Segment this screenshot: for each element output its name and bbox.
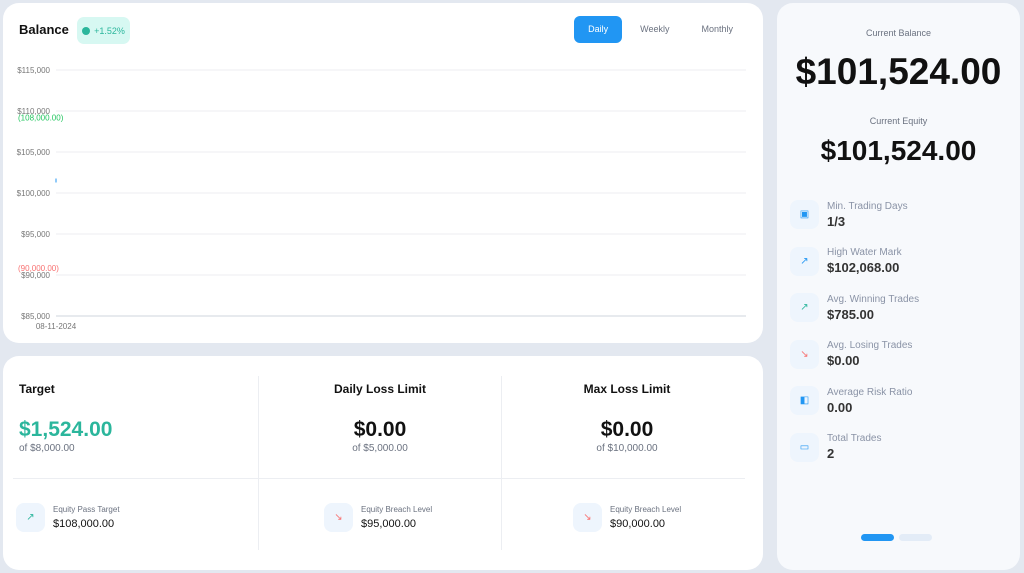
current-equity: $101,524.00 bbox=[820, 135, 977, 166]
trend-up-icon: ↗ bbox=[790, 246, 819, 276]
max-loss-value: $0.00 bbox=[600, 418, 654, 441]
stat-label: Avg. Losing Trades bbox=[827, 340, 913, 351]
stat-item: ▣ Min. Trading Days 1/3 bbox=[790, 200, 908, 229]
pagination-dots bbox=[861, 534, 932, 541]
x-tick-label: 08-11-2024 bbox=[36, 322, 77, 331]
stat-item: ▭ Total Trades 2 bbox=[790, 432, 882, 462]
target-title: Target bbox=[19, 382, 55, 396]
trend-down-icon: ↘ bbox=[573, 503, 602, 532]
balance-chart: $115,000$110,000$105,000$100,000$95,000$… bbox=[17, 66, 746, 331]
wallet-icon: ◧ bbox=[790, 386, 819, 415]
stat-value: 2 bbox=[827, 446, 835, 461]
max-loss-title: Max Loss Limit bbox=[583, 382, 671, 396]
stat-item: ↘ Avg. Losing Trades $0.00 bbox=[790, 339, 913, 369]
max-breach-level: ↘ Equity Breach Level $90,000.00 bbox=[573, 503, 681, 532]
stat-label: High Water Mark bbox=[827, 247, 902, 258]
stat-value: 1/3 bbox=[827, 213, 846, 229]
stat-value: 0.00 bbox=[827, 399, 853, 415]
target-value: $1,524.00 bbox=[19, 418, 113, 441]
reference-label: (108,000.00) bbox=[18, 113, 64, 122]
divider bbox=[13, 478, 745, 479]
balance-label: Current Balance bbox=[865, 28, 932, 38]
y-tick-label: $95,000 bbox=[21, 230, 50, 239]
value: $108,000.00 bbox=[53, 518, 115, 530]
trend-up-icon: ↗ bbox=[16, 503, 45, 532]
value: $95,000.00 bbox=[361, 518, 417, 530]
label: Equity Breach Level bbox=[361, 505, 433, 514]
daily-loss-value: $0.00 bbox=[353, 418, 407, 441]
stat-value: $102,068.00 bbox=[827, 260, 900, 275]
page-dot-2[interactable] bbox=[899, 534, 932, 541]
y-tick-label: $115,000 bbox=[17, 66, 50, 75]
target-of: of $8,000.00 bbox=[19, 443, 75, 454]
y-tick-label: $100,000 bbox=[17, 189, 51, 198]
stat-item: ◧ Average Risk Ratio 0.00 bbox=[790, 386, 912, 415]
stat-label: Min. Trading Days bbox=[827, 200, 908, 212]
value: $90,000.00 bbox=[610, 518, 666, 530]
cash-icon: ▭ bbox=[790, 432, 819, 462]
reference-label: (90,000.00) bbox=[18, 264, 59, 273]
page-dot-1[interactable] bbox=[861, 534, 894, 541]
stat-value: $785.00 bbox=[827, 306, 874, 322]
label: Equity Pass Target bbox=[53, 505, 120, 514]
stat-item: ↗ Avg. Winning Trades $785.00 bbox=[790, 293, 919, 322]
daily-loss-title: Daily Loss Limit bbox=[333, 382, 427, 396]
equity-pass-target: ↗ Equity Pass Target $108,000.00 bbox=[16, 503, 120, 532]
current-balance: $101,524.00 bbox=[795, 51, 1002, 92]
equity-label: Current Equity bbox=[869, 116, 928, 126]
balance-chart-card: Balance +1.52% Daily Weekly Monthly $115… bbox=[3, 3, 763, 343]
account-summary: Current Balance $101,524.00 Current Equi… bbox=[777, 3, 1020, 570]
trend-down-icon: ↘ bbox=[790, 339, 819, 369]
trend-up-icon: ↗ bbox=[790, 293, 819, 322]
calendar-check-icon: ▣ bbox=[790, 200, 819, 229]
daily-loss-section: Daily Loss Limit $0.00 of $5,000.00 ↘ Equ… bbox=[259, 356, 501, 570]
max-loss-of: of $10,000.00 bbox=[596, 443, 658, 454]
daily-loss-of: of $5,000.00 bbox=[352, 443, 408, 454]
stat-label: Total Trades bbox=[827, 433, 882, 444]
y-tick-label: $85,000 bbox=[21, 312, 50, 321]
stat-value: $0.00 bbox=[827, 353, 860, 368]
stat-label: Avg. Winning Trades bbox=[827, 293, 920, 305]
label: Equity Breach Level bbox=[610, 505, 682, 514]
y-tick-label: $105,000 bbox=[17, 148, 51, 157]
target-section: Target $1,524.00 of $8,000.00 ↗ Equity Pa… bbox=[3, 356, 258, 570]
stat-label: Average Risk Ratio bbox=[827, 386, 913, 398]
stat-item: ↗ High Water Mark $102,068.00 bbox=[790, 246, 902, 276]
daily-breach-level: ↘ Equity Breach Level $95,000.00 bbox=[324, 503, 432, 532]
max-loss-section: Max Loss Limit $0.00 of $10,000.00 ↘ Equi… bbox=[502, 356, 752, 570]
limits-card: Target $1,524.00 of $8,000.00 ↗ Equity Pa… bbox=[3, 356, 763, 570]
trend-down-icon: ↘ bbox=[324, 503, 353, 532]
